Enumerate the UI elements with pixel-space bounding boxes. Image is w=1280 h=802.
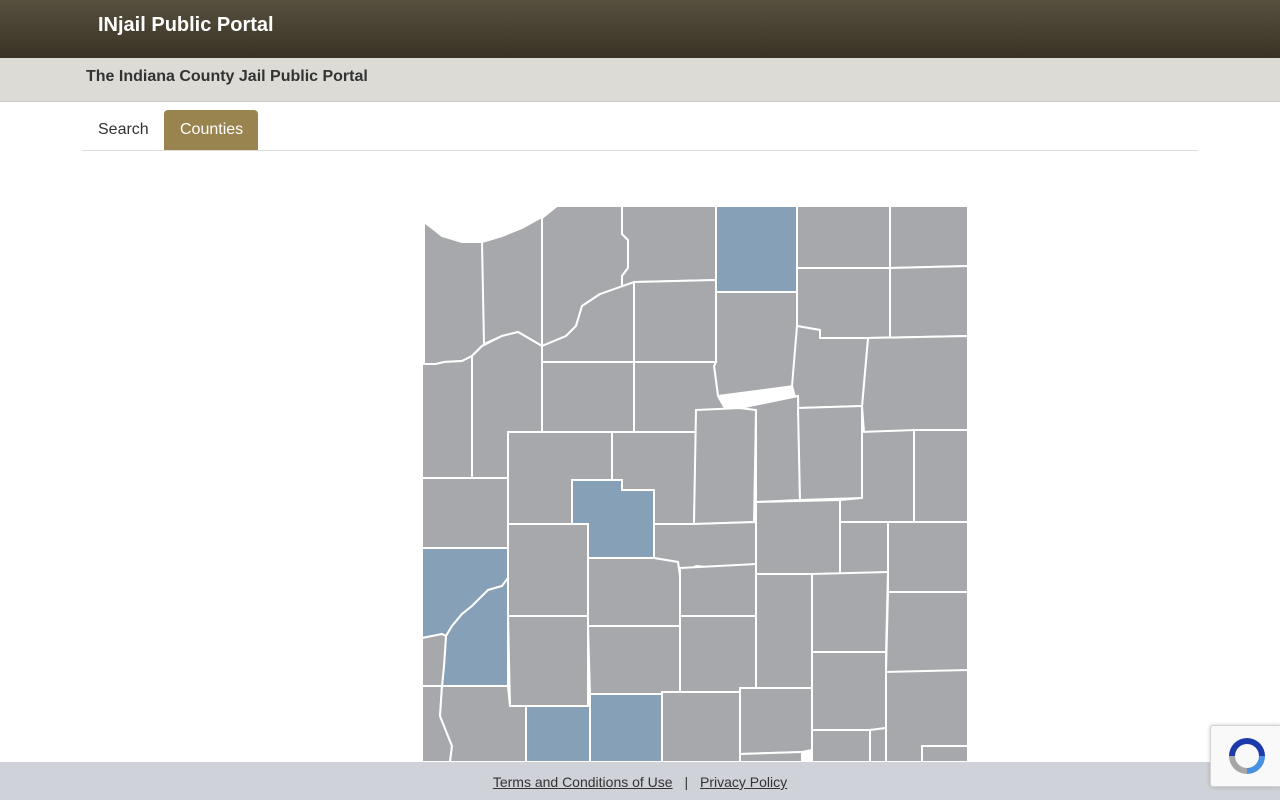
county-henry[interactable]: [811, 651, 887, 731]
county-randolph[interactable]: [884, 591, 968, 673]
county-newton[interactable]: [422, 477, 509, 549]
terms-link[interactable]: Terms and Conditions of Use: [493, 774, 673, 790]
tab-bar: Search Counties: [82, 110, 1198, 151]
county-whitley[interactable]: [790, 324, 870, 410]
county-pulaski[interactable]: [541, 361, 635, 433]
county-boone[interactable]: [586, 625, 681, 695]
page-subtitle: The Indiana County Jail Public Portal: [86, 68, 368, 85]
county-tippecanoe[interactable]: [507, 523, 592, 617]
county-blackford[interactable]: [839, 521, 889, 576]
county-map: [422, 206, 968, 762]
county-marion[interactable]: [661, 691, 741, 762]
county-elkhart[interactable]: [715, 206, 798, 293]
brand-title[interactable]: INjail Public Portal: [98, 14, 274, 37]
county-union[interactable]: [921, 745, 968, 762]
county-madison[interactable]: [755, 573, 813, 689]
county-fayette[interactable]: [869, 726, 887, 762]
county-fountain[interactable]: [422, 632, 448, 687]
county-montgomery[interactable]: [506, 615, 589, 707]
county-clinton[interactable]: [587, 557, 681, 627]
tab-search[interactable]: Search: [82, 110, 165, 150]
county-steuben[interactable]: [889, 206, 968, 270]
county-putnam[interactable]: [525, 705, 591, 762]
county-miami[interactable]: [692, 406, 758, 526]
county-hancock[interactable]: [739, 687, 813, 756]
recaptcha-icon: [1229, 738, 1265, 774]
privacy-link[interactable]: Privacy Policy: [700, 774, 787, 790]
tab-counties[interactable]: Counties: [164, 110, 258, 150]
county-porter[interactable]: [480, 217, 543, 348]
county-lagrange[interactable]: [796, 206, 891, 269]
top-navbar: INjail Public Portal: [0, 0, 1280, 58]
county-grant[interactable]: [755, 498, 841, 575]
county-rush[interactable]: [811, 729, 871, 762]
county-marshall[interactable]: [633, 278, 717, 363]
county-delaware[interactable]: [811, 570, 890, 653]
recaptcha-badge[interactable]: [1210, 725, 1280, 787]
county-jay[interactable]: [887, 521, 968, 593]
county-adams[interactable]: [913, 429, 968, 523]
county-hamilton[interactable]: [679, 615, 757, 693]
footer-separator: |: [684, 774, 689, 790]
county-hendricks[interactable]: [589, 693, 663, 762]
county-kosciusko[interactable]: [712, 291, 798, 398]
county-huntington[interactable]: [796, 404, 863, 502]
county-shelby[interactable]: [739, 750, 803, 762]
county-lake-in[interactable]: [422, 354, 473, 479]
county-allen[interactable]: [860, 334, 968, 434]
subheader-bar: The Indiana County Jail Public Portal: [0, 58, 1280, 102]
county-stjoseph[interactable]: [621, 206, 717, 295]
county-tipton[interactable]: [679, 562, 757, 617]
footer: Terms and Conditions of Use | Privacy Po…: [0, 762, 1280, 800]
